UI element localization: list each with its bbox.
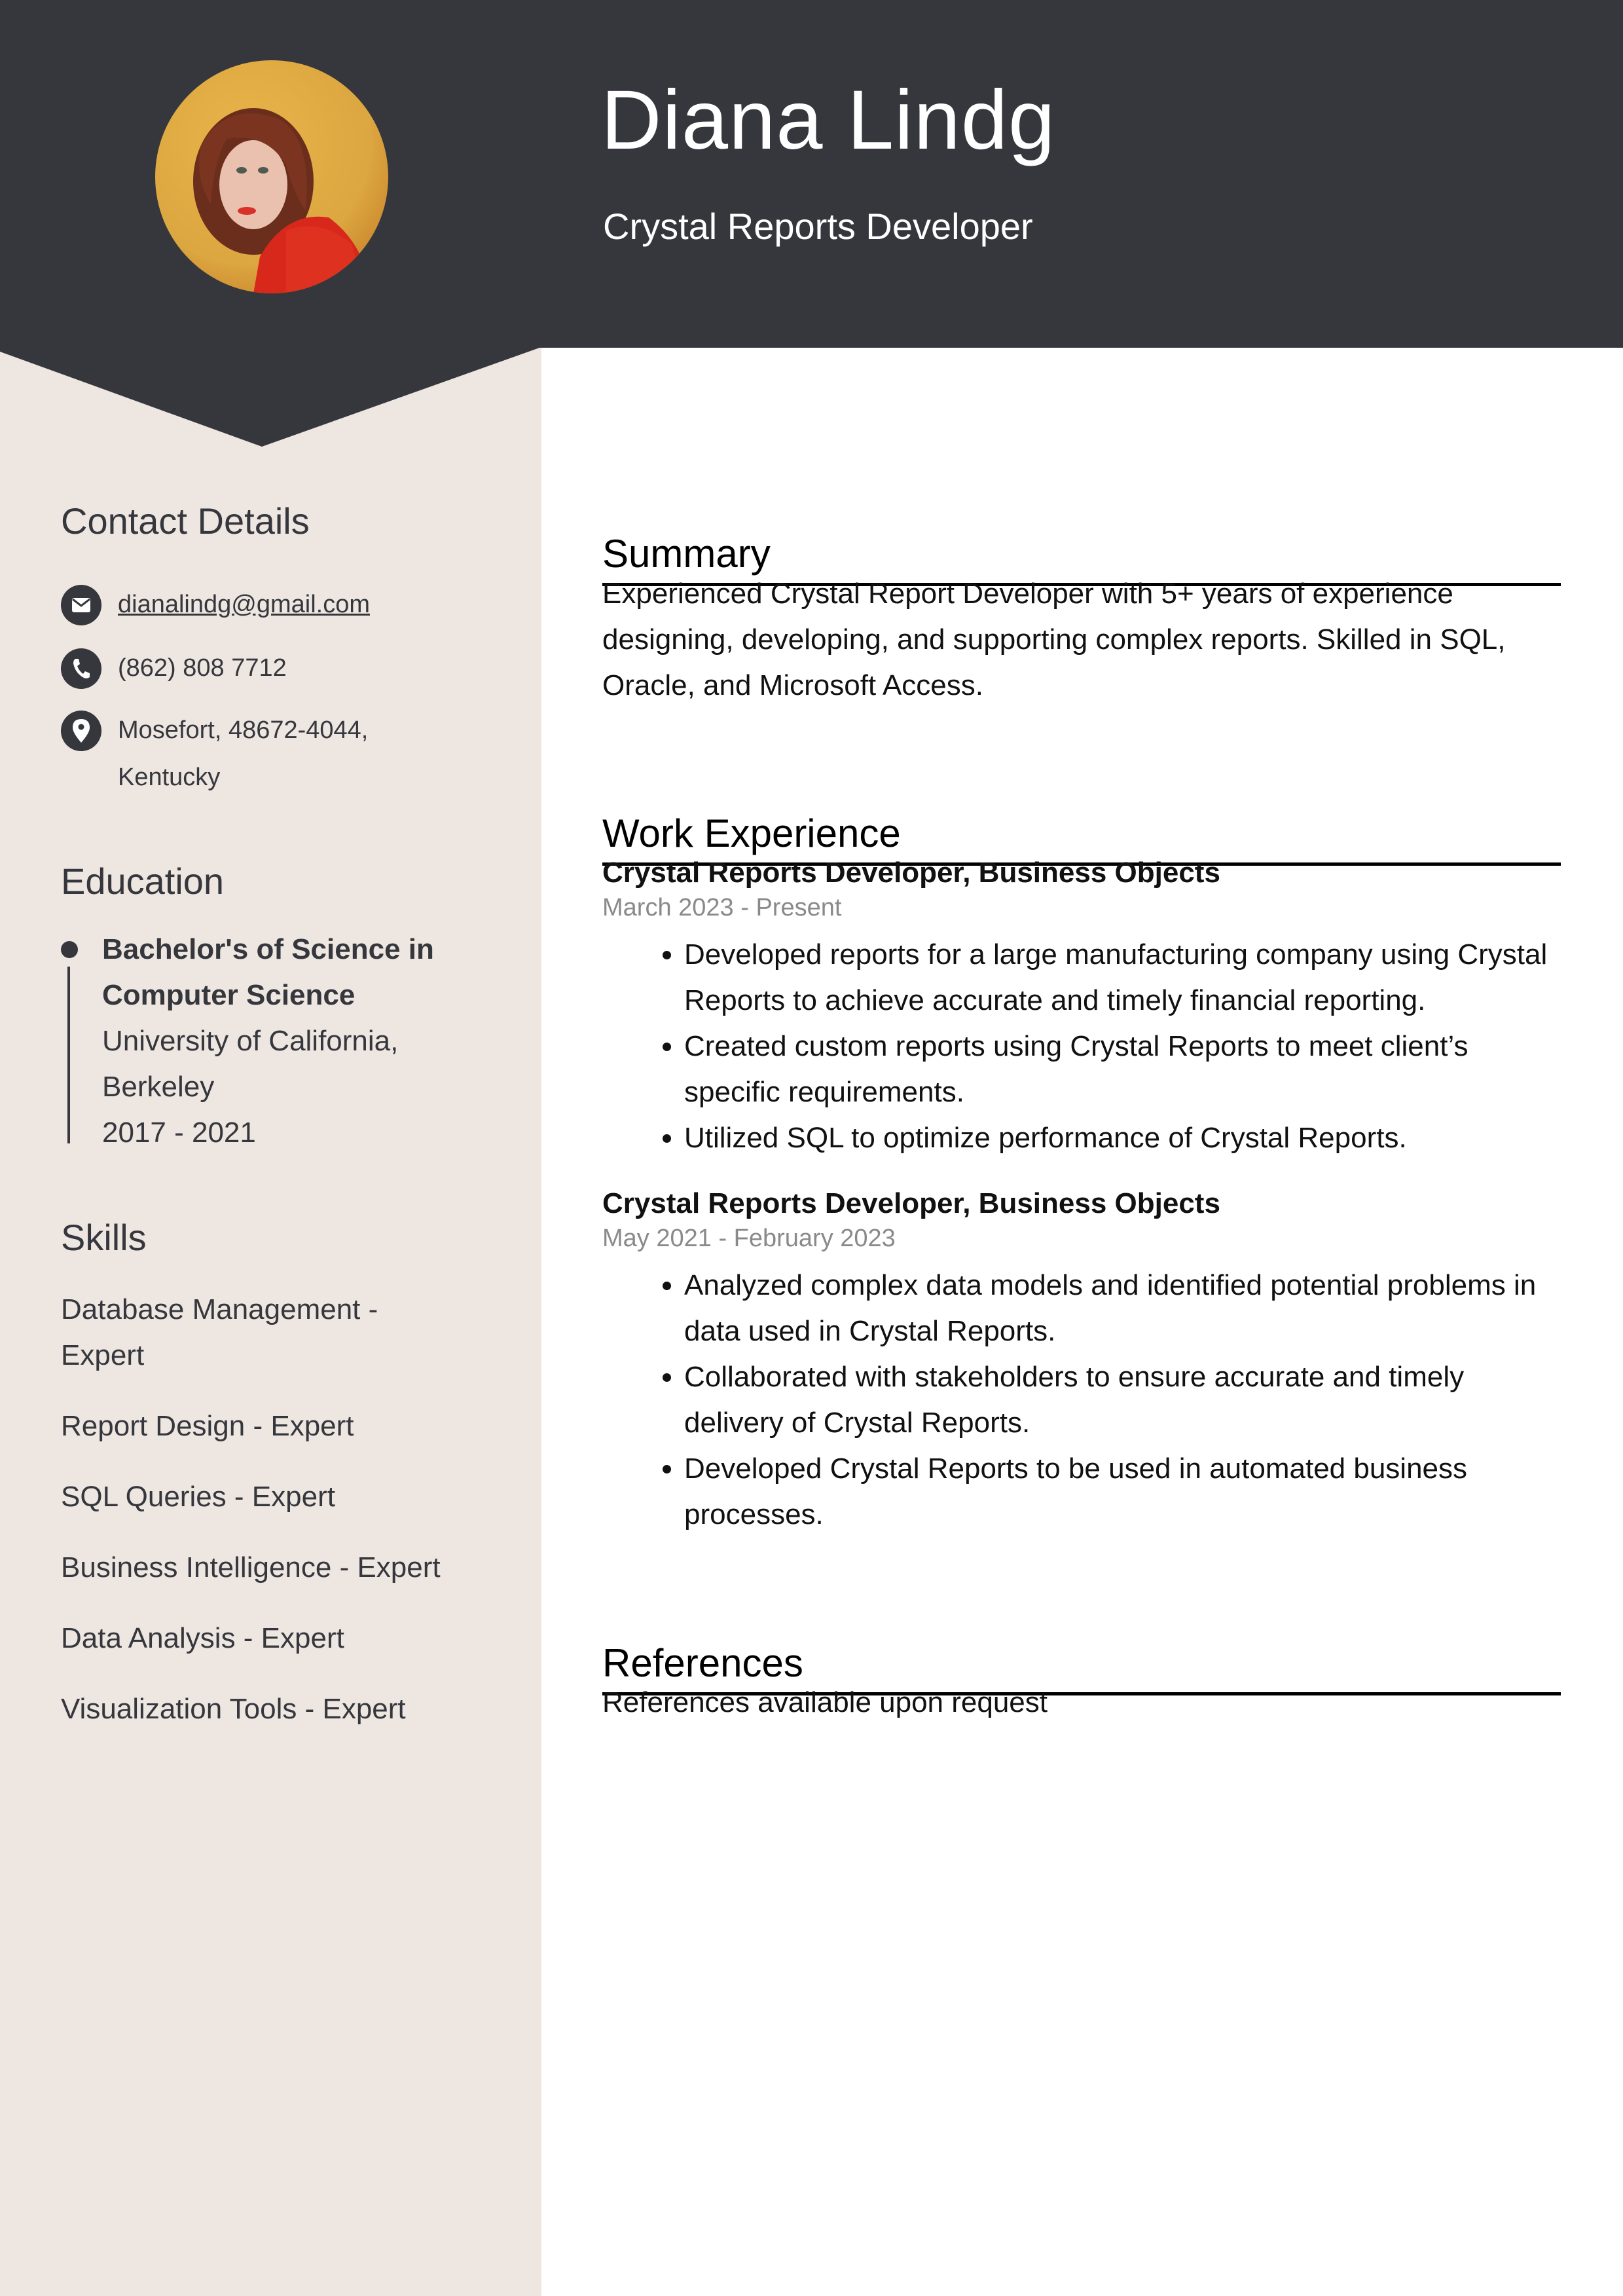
header-chevron xyxy=(0,347,541,447)
skill-text: SQL Queries - Expert xyxy=(61,1481,335,1513)
summary-text: Experienced Crystal Report Developer wit… xyxy=(602,578,1506,701)
job-bullet: Analyzed complex data models and identif… xyxy=(684,1263,1561,1354)
contact-phone: (862) 808 7712 xyxy=(61,648,287,692)
skills-list: Database Management - Expert Report Desi… xyxy=(61,1287,467,1757)
address-line-2: Kentucky xyxy=(118,764,221,791)
profile-photo xyxy=(155,60,388,293)
job-bullet: Developed Crystal Reports to be used in … xyxy=(684,1446,1561,1538)
skill-item: SQL Queries - Expert xyxy=(61,1474,467,1520)
job-bullet: Collaborated with stakeholders to ensure… xyxy=(684,1354,1561,1446)
skill-text: Visualization Tools - Expert xyxy=(61,1693,406,1725)
skill-text: Business Intelligence - Expert xyxy=(61,1551,441,1583)
contact-address: Mosefort, 48672-4044, Kentucky xyxy=(61,711,368,801)
skill-item: Business Intelligence - Expert xyxy=(61,1545,467,1591)
skill-text: Report Design - Expert xyxy=(61,1410,354,1442)
phone-icon xyxy=(61,648,101,689)
location-pin-icon xyxy=(61,711,101,751)
skill-item: Data Analysis - Expert xyxy=(61,1616,467,1661)
phone-text: (862) 808 7712 xyxy=(118,654,287,682)
skill-item: Report Design - Expert xyxy=(61,1403,467,1449)
school-line-1: University of California, xyxy=(102,1025,399,1057)
skill-item: Visualization Tools - Expert xyxy=(61,1686,467,1732)
skill-item: Database Management - Expert xyxy=(61,1287,467,1379)
candidate-name: Diana Lindg xyxy=(601,73,1056,167)
job-entry: Crystal Reports Developer, Business Obje… xyxy=(602,1185,1561,1538)
job-bullet: Created custom reports using Crystal Rep… xyxy=(684,1024,1561,1115)
skill-text: Database Management - xyxy=(61,1293,378,1325)
skill-text: Expert xyxy=(61,1339,145,1371)
contact-heading: Contact Details xyxy=(61,500,310,542)
job-title: Crystal Reports Developer, Business Obje… xyxy=(602,1187,1220,1219)
job-bullets: Analyzed complex data models and identif… xyxy=(602,1263,1561,1538)
job-bullet: Utilized SQL to optimize performance of … xyxy=(684,1115,1561,1161)
education-heading: Education xyxy=(61,861,225,902)
job-entry: Crystal Reports Developer, Business Obje… xyxy=(602,855,1561,1161)
job-dates: March 2023 - Present xyxy=(602,894,842,921)
envelope-icon xyxy=(61,585,101,625)
school-line-2: Berkeley xyxy=(102,1071,215,1103)
job-title: Crystal Reports Developer, Business Obje… xyxy=(602,857,1220,889)
degree-line-1: Bachelor's of Science in xyxy=(102,933,434,965)
education-entry: Bachelor's of Science in Computer Scienc… xyxy=(102,927,469,1156)
timeline-dot xyxy=(61,941,78,958)
skills-heading: Skills xyxy=(61,1217,147,1258)
education-years: 2017 - 2021 xyxy=(102,1117,256,1149)
job-bullet: Developed reports for a large manufactur… xyxy=(684,932,1561,1024)
timeline-line xyxy=(67,967,70,1143)
candidate-title: Crystal Reports Developer xyxy=(603,206,1033,247)
job-bullets: Developed reports for a large manufactur… xyxy=(602,932,1561,1161)
job-dates: May 2021 - February 2023 xyxy=(602,1225,896,1252)
degree-line-2: Computer Science xyxy=(102,979,356,1011)
skill-text: Data Analysis - Expert xyxy=(61,1622,344,1654)
contact-email[interactable]: dianalindg@gmail.com xyxy=(61,585,370,628)
address-line-1: Mosefort, 48672-4044, xyxy=(118,716,369,744)
references-text: References available upon request xyxy=(602,1686,1048,1718)
email-link[interactable]: dianalindg@gmail.com xyxy=(118,591,370,618)
